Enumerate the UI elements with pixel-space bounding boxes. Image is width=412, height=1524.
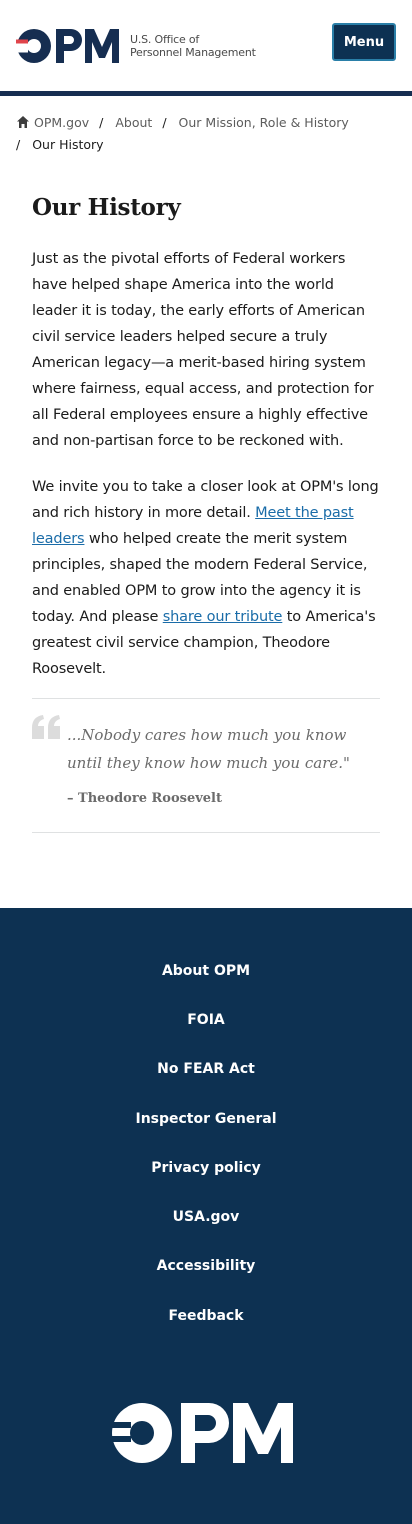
site-footer: About OPM FOIA No FEAR Act Inspector Gen… xyxy=(0,908,412,1524)
footer-list-item: Feedback xyxy=(0,1291,412,1340)
main-content: Our History Just as the pivotal efforts … xyxy=(0,192,412,833)
quote-icon xyxy=(32,715,60,739)
home-icon xyxy=(17,116,29,128)
footer-list-item: FOIA xyxy=(0,995,412,1044)
breadcrumb-separator: / xyxy=(16,137,21,152)
breadcrumb: OPM.gov / About / Our Mission, Role & Hi… xyxy=(0,96,412,156)
breadcrumb-link-mission[interactable]: Our Mission, Role & History xyxy=(179,112,349,134)
history-paragraph: We invite you to take a closer look at O… xyxy=(32,474,380,682)
breadcrumb-link-home[interactable]: OPM.gov xyxy=(34,112,89,134)
opm-logo-icon xyxy=(16,29,119,63)
opm-logo-link[interactable]: U.S. Office of Personnel Management xyxy=(16,28,256,64)
footer-list-item: Inspector General xyxy=(0,1094,412,1143)
intro-paragraph: Just as the pivotal efforts of Federal w… xyxy=(32,251,374,449)
quote-block: ...Nobody cares how much you know until … xyxy=(32,698,380,833)
tribute-link[interactable]: share our tribute xyxy=(163,609,283,625)
footer-list-item: No FEAR Act xyxy=(0,1045,412,1094)
footer-link-no-fear-act[interactable]: No FEAR Act xyxy=(157,1061,255,1077)
footer-list-item: Accessibility xyxy=(0,1242,412,1291)
breadcrumb-row: / Our History xyxy=(16,134,396,156)
breadcrumb-separator: / xyxy=(99,115,104,130)
footer-link-about-opm[interactable]: About OPM xyxy=(162,963,250,979)
footer-link-accessibility[interactable]: Accessibility xyxy=(157,1258,256,1274)
agency-name-line1: U.S. Office of xyxy=(130,33,200,46)
footer-list-item: Privacy policy xyxy=(0,1143,412,1192)
footer-link-privacy-policy[interactable]: Privacy policy xyxy=(151,1160,261,1176)
opm-footer-logo-icon[interactable] xyxy=(111,1402,295,1464)
breadcrumb-separator: / xyxy=(162,115,167,130)
breadcrumb-row: OPM.gov / About / Our Mission, Role & Hi… xyxy=(16,112,396,134)
agency-name: U.S. Office of Personnel Management xyxy=(130,33,256,59)
breadcrumb-current: Our History xyxy=(32,137,104,152)
footer-link-usa-gov[interactable]: USA.gov xyxy=(173,1209,240,1225)
footer-list-item: About OPM xyxy=(0,946,412,995)
site-header: U.S. Office of Personnel Management Menu xyxy=(0,0,412,96)
quote-text: ...Nobody cares how much you know until … xyxy=(67,726,350,772)
footer-link-feedback[interactable]: Feedback xyxy=(168,1308,243,1324)
breadcrumb-link-about[interactable]: About xyxy=(115,112,152,134)
footer-link-foia[interactable]: FOIA xyxy=(187,1012,225,1028)
agency-name-line2: Personnel Management xyxy=(130,46,256,59)
quote-author: – Theodore Roosevelt xyxy=(67,791,223,806)
menu-button[interactable]: Menu xyxy=(332,23,396,61)
footer-link-inspector-general[interactable]: Inspector General xyxy=(135,1111,276,1127)
footer-list-item: USA.gov xyxy=(0,1192,412,1241)
page-title: Our History xyxy=(32,194,181,221)
footer-links: About OPM FOIA No FEAR Act Inspector Gen… xyxy=(0,908,412,1340)
